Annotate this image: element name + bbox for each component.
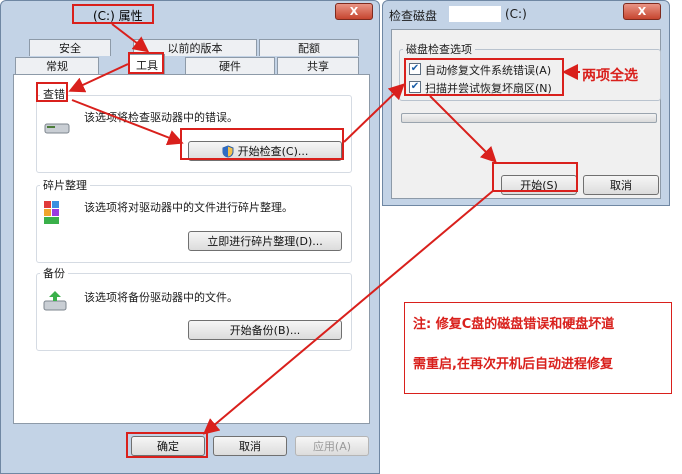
arrow-title-to-tools bbox=[111, 23, 150, 53]
annotation-arrows bbox=[68, 23, 580, 435]
arrow-options-to-start bbox=[429, 95, 497, 163]
arrow-tools-to-check bbox=[68, 63, 129, 93]
arrow-start-to-options bbox=[343, 83, 405, 143]
arrow-check-to-start bbox=[71, 99, 184, 146]
note-line-2: 需重启,在再次开机后自动进程修复 bbox=[413, 357, 613, 372]
note-box: 注: 修复C盘的磁盘错误和硬盘坏道 需重启,在再次开机后自动进程修复 bbox=[404, 302, 672, 394]
note-line-1: 注: 修复C盘的磁盘错误和硬盘坏道 bbox=[413, 317, 615, 332]
